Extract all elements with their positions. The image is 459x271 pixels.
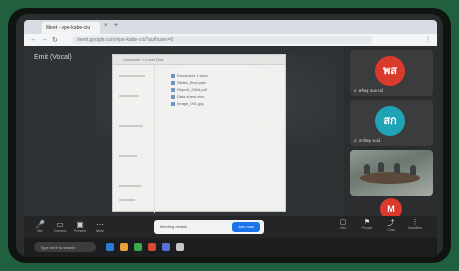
chat-button[interactable]: ⤴ Chat bbox=[382, 218, 400, 232]
participant-tile[interactable]: พส ธ. พสิษฐ สมบรณ์ bbox=[350, 50, 433, 96]
presentation-stage: Emit (Vocal) Computer > Local Disk Docum… bbox=[24, 46, 344, 216]
browser-tab[interactable]: Meet - vpe-kabe-ciu bbox=[42, 22, 100, 34]
file-item[interactable]: Slides_final.pptx bbox=[171, 80, 271, 86]
file-icon bbox=[171, 81, 175, 85]
browser-tab-bar: Meet - vpe-kabe-ciu × + bbox=[24, 20, 437, 34]
taskbar-search[interactable]: Type here to search bbox=[34, 242, 96, 252]
more-button[interactable]: ⋯ More bbox=[92, 220, 108, 233]
file-name: Data sheet.xlsx bbox=[177, 94, 205, 99]
participant-video[interactable] bbox=[350, 150, 433, 196]
file-icon bbox=[171, 74, 175, 78]
file-item[interactable]: Data sheet.xlsx bbox=[171, 94, 271, 100]
camera-button[interactable]: ▭ Camera bbox=[52, 220, 68, 233]
reload-icon[interactable]: ↻ bbox=[52, 36, 58, 44]
folder-icon[interactable] bbox=[120, 243, 128, 251]
present-button[interactable]: ▣ Present bbox=[72, 220, 88, 233]
file-name: Slides_final.pptx bbox=[177, 80, 207, 85]
file-item[interactable]: Report_2564.pdf bbox=[171, 87, 271, 93]
activities-icon: ⋮ bbox=[411, 219, 419, 226]
forward-icon[interactable]: → bbox=[41, 36, 48, 43]
avatar: พส bbox=[375, 56, 405, 86]
join-text: Meeting details bbox=[160, 224, 187, 229]
presenter-label: Emit (Vocal) bbox=[34, 54, 72, 61]
explorer-path: Computer > Local Disk bbox=[123, 57, 164, 62]
avatar: สก bbox=[375, 106, 405, 136]
shared-screen: Computer > Local Disk Document 1.docx Sl… bbox=[112, 54, 286, 213]
chrome-icon[interactable] bbox=[134, 243, 142, 251]
file-item[interactable]: Image_001.jpg bbox=[171, 101, 271, 107]
monitor-screen: Meet - vpe-kabe-ciu × + ← → ↻ meet.googl… bbox=[16, 14, 443, 257]
explorer-sidebar bbox=[113, 65, 155, 213]
edge-icon[interactable] bbox=[106, 243, 114, 251]
close-icon[interactable]: × bbox=[104, 23, 108, 29]
file-icon bbox=[171, 102, 175, 106]
word-icon[interactable] bbox=[162, 243, 170, 251]
participant-tile[interactable]: สก ส. สกลิศฐ รมณ์ bbox=[350, 100, 433, 146]
join-prompt: Meeting details Join now bbox=[154, 220, 264, 234]
file-name: Report_2564.pdf bbox=[177, 87, 207, 92]
participant-name: ส. สกลิศฐ รมณ์ bbox=[354, 138, 381, 143]
join-button[interactable]: Join now bbox=[232, 222, 260, 232]
camera-icon: ▭ bbox=[56, 220, 64, 229]
mic-icon: 🎤 bbox=[35, 220, 45, 229]
new-tab-icon[interactable]: + bbox=[114, 22, 118, 29]
url-input[interactable]: meet.google.com/vpe-kabe-ciu?authuser=0 bbox=[72, 36, 372, 44]
participants-panel: พส ธ. พสิษฐ สมบรณ์ สก ส. สกลิศฐ รมณ์ M bbox=[346, 46, 437, 222]
store-icon[interactable] bbox=[176, 243, 184, 251]
activities-button[interactable]: ⋮ Activities bbox=[406, 218, 424, 230]
photo-frame: Meet - vpe-kabe-ciu × + ← → ↻ meet.googl… bbox=[0, 0, 459, 271]
explorer-toolbar: Computer > Local Disk bbox=[113, 55, 285, 65]
file-icon bbox=[171, 88, 175, 92]
file-item[interactable]: Document 1.docx bbox=[171, 73, 271, 79]
app-icon[interactable] bbox=[148, 243, 156, 251]
info-button[interactable]: ▢ Info bbox=[334, 218, 352, 230]
file-name: Image_001.jpg bbox=[177, 101, 204, 106]
info-icon: ▢ bbox=[339, 219, 347, 226]
present-icon: ▣ bbox=[76, 220, 84, 229]
file-name: Document 1.docx bbox=[177, 73, 209, 78]
mic-button[interactable]: 🎤 Mic bbox=[32, 220, 48, 233]
people-icon: ⚑ bbox=[363, 219, 371, 226]
file-icon bbox=[171, 95, 175, 99]
address-bar: ← → ↻ meet.google.com/vpe-kabe-ciu?authu… bbox=[24, 34, 437, 46]
menu-icon[interactable]: ⋮ bbox=[425, 36, 431, 43]
windows-taskbar: Type here to search bbox=[24, 238, 437, 257]
chat-icon: ⤴ bbox=[387, 220, 395, 227]
back-icon[interactable]: ← bbox=[30, 36, 37, 43]
people-button[interactable]: ⚑ People bbox=[358, 218, 376, 230]
participant-name: ธ. พสิษฐ สมบรณ์ bbox=[354, 88, 384, 93]
more-icon: ⋯ bbox=[96, 220, 104, 229]
